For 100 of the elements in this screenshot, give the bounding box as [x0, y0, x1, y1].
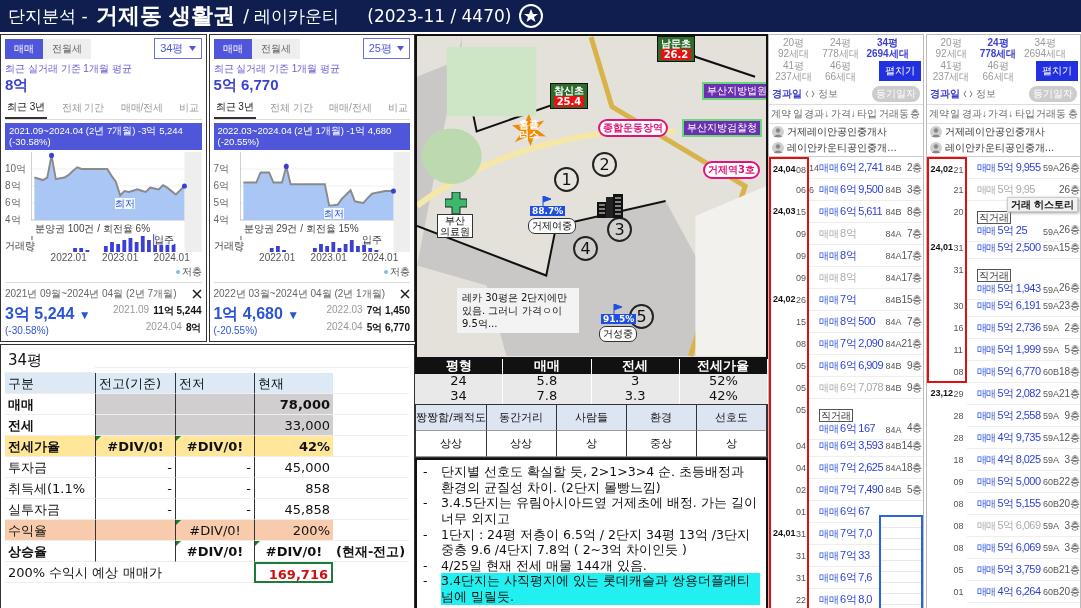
info-label: 정보 [818, 87, 838, 101]
price-text[interactable]: 6억 7,6 [840, 570, 872, 585]
price-text[interactable]: 5억 2,558 [997, 408, 1041, 423]
close-icon[interactable] [191, 288, 202, 299]
column-header: 선호도 [696, 405, 767, 431]
size-dropdown[interactable]: 25평 [362, 38, 410, 59]
column-header: 전세 [591, 359, 680, 374]
school-score: 25.4 [554, 96, 584, 107]
deal-type: 매매 [976, 224, 996, 237]
trade-type-tab[interactable]: 전월세 [43, 38, 91, 59]
row-label: 전세가율 [5, 436, 95, 457]
close-icon[interactable] [400, 288, 410, 299]
price-text[interactable]: 5억 2,736 [997, 320, 1041, 335]
fold-button[interactable]: 펼치기 [1036, 61, 1078, 81]
price-text[interactable]: 5억 5,155 [997, 496, 1041, 511]
price-text[interactable]: 5억 2,500 [997, 240, 1041, 255]
price-text[interactable]: 7억 2,090 [840, 336, 883, 351]
price-text[interactable]: 6억 2,741 [840, 160, 883, 175]
column-header[interactable]: 거래동 [878, 107, 909, 121]
range-tooltip: 2022.03~2024.04 (2년 1개월) -1억 4,680 (-20.55%) [213, 123, 410, 150]
area-title: 거제동 생활권 [95, 2, 236, 30]
column-header[interactable]: 층 [910, 107, 921, 121]
column-header: 동간거리 [486, 405, 557, 431]
trade-type-tab[interactable]: 매매 [213, 38, 252, 59]
table-cell: - [175, 478, 254, 499]
price-text[interactable]: 5억 3,759 [997, 562, 1041, 577]
deal-type: 매매 [819, 439, 838, 453]
column-header[interactable]: 일 [792, 107, 803, 121]
price-text[interactable]: 5억 6,191 [997, 298, 1041, 313]
start-date: 2022.03 [326, 304, 363, 318]
column-header[interactable]: 계약 [928, 107, 949, 121]
sort-label[interactable]: 경과일 [929, 87, 960, 101]
price-text[interactable]: 4억 9,735 [997, 430, 1041, 445]
price-text[interactable]: 6억 5,611 [840, 204, 883, 219]
price-text[interactable]: 8억 [840, 248, 856, 263]
column-header[interactable]: 계약 [771, 107, 791, 121]
table-cell: 858 [254, 478, 333, 499]
days-elapsed: 14 [809, 162, 819, 173]
period-label: (2023-11 / 4470) [367, 6, 512, 26]
price-text[interactable]: 7억 33 [840, 548, 870, 563]
period-tab[interactable]: 최근 3년 [213, 97, 256, 119]
price-text[interactable]: 5억 2,082 [997, 386, 1041, 401]
price-text[interactable]: 5억 1,999 [997, 342, 1041, 357]
column-header[interactable]: 경과↓ [961, 107, 987, 121]
size-dropdown[interactable]: 34평 [154, 38, 202, 59]
building-icon [597, 194, 623, 218]
unit-type: 60B [1043, 366, 1059, 377]
column-header[interactable]: 층 [1067, 107, 1078, 121]
price-text[interactable]: 6억 9,500 [840, 182, 883, 197]
agent-name: 거제레이안공인중개사 [787, 125, 887, 139]
price-text[interactable]: 7억 2,625 [840, 460, 883, 475]
school-name: 거성중 [599, 326, 637, 342]
contract-day: 09 [953, 471, 964, 493]
contract-month: 24,03 [773, 205, 796, 218]
price-text[interactable]: 6억 3,593 [840, 438, 883, 453]
price-text[interactable]: 4억 8,025 [997, 452, 1041, 467]
price-text[interactable]: 5억 9,955 [997, 160, 1041, 175]
price-text[interactable]: 7억 7,0 [840, 526, 872, 541]
size-tab[interactable]: 34평 2694세대 [865, 37, 910, 59]
period-tab[interactable]: 최근 3년 [5, 97, 48, 119]
column-header[interactable]: 타입 [857, 107, 878, 121]
price-text[interactable]: 5억 1,943 [997, 282, 1041, 295]
price-text[interactable]: 5억 6,069 [997, 540, 1041, 555]
row-label: 수익율 [5, 520, 95, 541]
deal-type: 매매 [819, 271, 838, 285]
note-text: 3.4.5단지는 유림아시아드옆 거제초에 배정. 가는 길이 너무 외지고 [441, 495, 758, 527]
volume-label: 거래량 [213, 239, 244, 251]
table-cell: #DIV/0! [175, 520, 254, 541]
price-text[interactable]: 6억 167 [840, 422, 875, 435]
price-text[interactable]: 4억 6,264 [997, 584, 1041, 599]
floor: 21층 [901, 336, 923, 351]
column-header[interactable]: 가격↓ [830, 107, 856, 121]
school-name: 참신초 [554, 85, 584, 96]
price-text[interactable]: 7억 7,490 [840, 482, 883, 497]
price-text[interactable]: 8억 500 [840, 314, 875, 329]
deal-type: 매매 [819, 293, 838, 307]
column-header[interactable]: 경과↓ [804, 107, 830, 121]
trade-type-tab[interactable]: 전월세 [251, 38, 300, 59]
deal-type: 매매 [819, 483, 838, 497]
trade-type-tab[interactable]: 매매 [5, 38, 43, 59]
column-header: 매매 [503, 359, 592, 374]
column-header[interactable]: 거래동 [1036, 107, 1067, 121]
column-header[interactable]: 일 [950, 107, 961, 121]
price-text[interactable]: 6억 67 [840, 504, 870, 519]
agent-name: 레이안카운티공인중개… [944, 141, 1055, 155]
price-text[interactable]: 6억 8,0 [840, 592, 872, 607]
size-tab[interactable]: 24평 778세대 [975, 37, 1021, 59]
price-text[interactable]: 5억 6,770 [997, 364, 1041, 379]
price-text[interactable]: 5억 5,000 [997, 474, 1041, 489]
price-text[interactable]: 6억 6,909 [840, 358, 883, 373]
fold-button[interactable]: 펼치기 [878, 61, 921, 81]
floor: 26층 [1058, 160, 1080, 175]
axis-label: 2022.01 [50, 251, 87, 264]
column-header[interactable]: 가격↓ [988, 107, 1014, 121]
price-text[interactable]: 7억 [840, 292, 856, 307]
price-text[interactable]: 5억 25 [997, 224, 1027, 237]
sort-label[interactable]: 경과일 [772, 87, 802, 101]
unit-type: 84A [885, 228, 902, 239]
column-header[interactable]: 타입 [1014, 107, 1035, 121]
contract-day: 31 [796, 523, 806, 545]
